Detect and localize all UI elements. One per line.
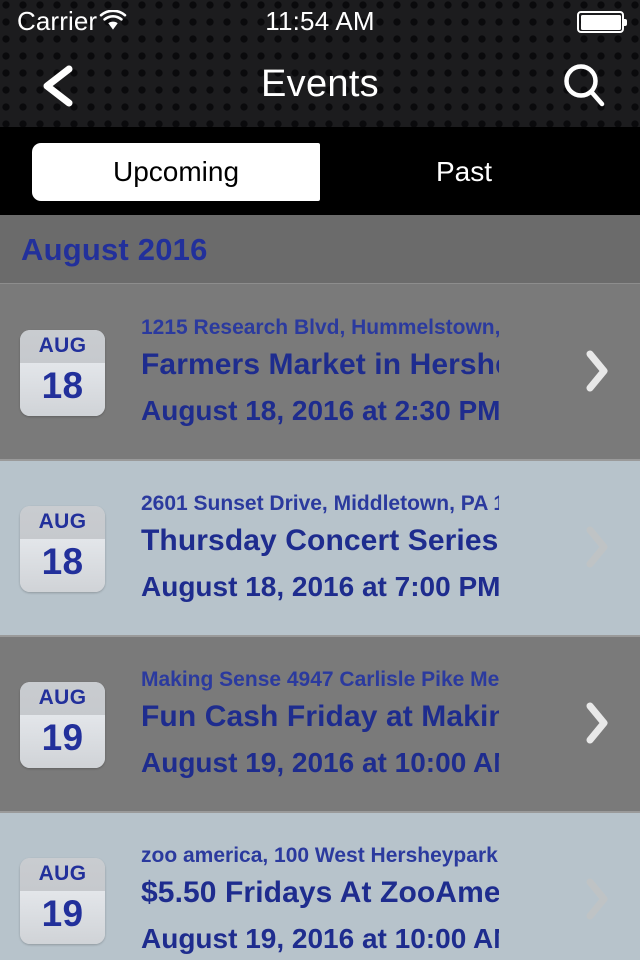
page-title: Events [261, 63, 379, 105]
search-icon [564, 64, 605, 107]
section-header: August 2016 [0, 215, 640, 284]
table-row[interactable]: AUG 19 Making Sense 4947 Carlisle Pike M… [0, 637, 640, 813]
battery-full-icon [577, 11, 627, 33]
event-text-block: Making Sense 4947 Carlisle Pike Mechanic… [141, 667, 499, 792]
segmented-control: Upcoming Past [0, 127, 640, 215]
table-row[interactable]: AUG 18 1215 Research Blvd, Hummelstown, … [0, 285, 640, 461]
event-datetime: August 18, 2016 at 7:00 PM [141, 571, 499, 602]
chevron-right-icon [586, 878, 608, 920]
event-title: Fun Cash Friday at Making Se⋯ [141, 700, 499, 733]
tab-upcoming-label: Upcoming [112, 156, 240, 187]
date-badge-day: 19 [41, 717, 84, 758]
nav-bar: Events [0, 40, 640, 127]
chevron-right-icon [586, 350, 608, 392]
event-title: $5.50 Fridays At ZooAmerica [141, 876, 499, 909]
date-badge: AUG 19 [20, 858, 105, 944]
event-datetime: August 18, 2016 at 2:30 PM [141, 395, 499, 426]
date-badge: AUG 19 [20, 682, 105, 768]
event-datetime: August 19, 2016 at 10:00 AM [141, 747, 499, 778]
date-badge-day: 18 [41, 365, 84, 406]
event-text-block: 2601 Sunset Drive, Middletown, PA 17057,… [141, 491, 499, 616]
event-address: Making Sense 4947 Carlisle Pike Mechanic… [141, 668, 499, 691]
event-text-block: 1215 Research Blvd, Hummelstown, PA 170⋯… [141, 315, 499, 440]
section-header-label: August 2016 [21, 232, 208, 267]
event-text-block: zoo america, 100 West Hersheypark Drive,… [141, 843, 499, 960]
date-badge: AUG 18 [20, 506, 105, 592]
chevron-right-icon [586, 702, 608, 744]
event-address: 1215 Research Blvd, Hummelstown, PA 170⋯ [141, 316, 499, 339]
tab-past[interactable]: Past [320, 156, 608, 188]
date-badge-month: AUG [38, 862, 87, 885]
navigation-header: Carrier 11:54 AM Events [0, 0, 640, 127]
date-badge-day: 18 [41, 541, 84, 582]
search-button[interactable] [554, 60, 616, 112]
chevron-right-icon [586, 526, 608, 568]
event-datetime: August 19, 2016 at 10:00 AM [141, 923, 499, 954]
table-row[interactable]: AUG 18 2601 Sunset Drive, Middletown, PA… [0, 461, 640, 637]
date-badge-month: AUG [38, 334, 87, 357]
event-address: 2601 Sunset Drive, Middletown, PA 17057,… [141, 492, 499, 515]
status-bar: Carrier 11:54 AM [0, 0, 640, 40]
event-title: Farmers Market in Hershey [141, 348, 499, 381]
date-badge-day: 19 [41, 893, 84, 934]
clock-label: 11:54 AM [265, 6, 375, 36]
events-screen: Carrier 11:54 AM Events Upcoming Past Au… [0, 0, 640, 960]
table-row[interactable]: AUG 19 zoo america, 100 West Hersheypark… [0, 813, 640, 960]
date-badge-month: AUG [38, 686, 87, 709]
event-address: zoo america, 100 West Hersheypark Drive,… [141, 844, 499, 867]
event-title: Thursday Concert Series on th⋯ [141, 524, 499, 557]
date-badge: AUG 18 [20, 330, 105, 416]
date-badge-month: AUG [38, 510, 87, 533]
events-list: AUG 18 1215 Research Blvd, Hummelstown, … [0, 285, 640, 960]
tab-upcoming[interactable]: Upcoming [32, 143, 320, 201]
